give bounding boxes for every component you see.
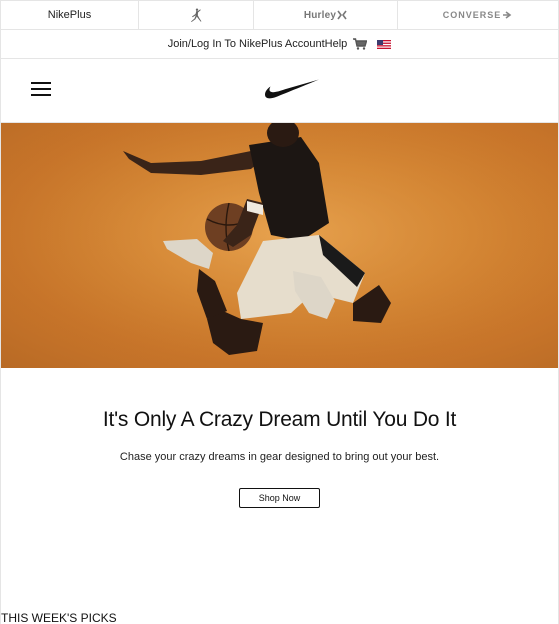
nike-swoosh-icon[interactable] xyxy=(264,78,320,100)
converse-arrow-icon xyxy=(503,11,512,19)
converse-logo: CONVERSE xyxy=(442,10,502,20)
hero-image[interactable] xyxy=(1,123,558,368)
brand-tab-jordan[interactable] xyxy=(139,1,254,29)
cart-icon[interactable] xyxy=(353,38,368,50)
brand-bar: NikePlus Hurley CONVERSE xyxy=(1,0,558,30)
hurley-mark-icon xyxy=(337,10,347,20)
join-login-link[interactable]: Join/Log In To NikePlus Account xyxy=(168,38,325,50)
page: NikePlus Hurley CONVERSE Join/Log In To … xyxy=(0,0,559,624)
promo-title: It's Only A Crazy Dream Until You Do It xyxy=(102,408,457,431)
section-heading-this-weeks-picks: THIS WEEK'S PICKS xyxy=(1,611,117,624)
nikeplus-label: NikePlus xyxy=(47,9,92,21)
utility-bar: Join/Log In To NikePlus Account Help xyxy=(1,30,558,59)
jumpman-icon xyxy=(191,8,202,22)
promo-section: It's Only A Crazy Dream Until You Do It … xyxy=(1,368,558,508)
hamburger-menu-icon[interactable] xyxy=(31,81,51,97)
hero-athlete-illustration xyxy=(1,123,558,368)
main-header xyxy=(1,59,558,123)
promo-subtitle: Chase your crazy dreams in gear designed… xyxy=(119,451,440,463)
us-flag-icon[interactable] xyxy=(377,39,392,49)
hurley-logo: Hurley xyxy=(303,9,337,21)
shop-now-button[interactable]: Shop Now xyxy=(239,488,320,508)
brand-tab-converse[interactable]: CONVERSE xyxy=(398,1,558,29)
brand-tab-hurley[interactable]: Hurley xyxy=(254,1,398,29)
brand-tab-nikeplus[interactable]: NikePlus xyxy=(1,1,139,29)
help-link[interactable]: Help xyxy=(325,38,348,50)
